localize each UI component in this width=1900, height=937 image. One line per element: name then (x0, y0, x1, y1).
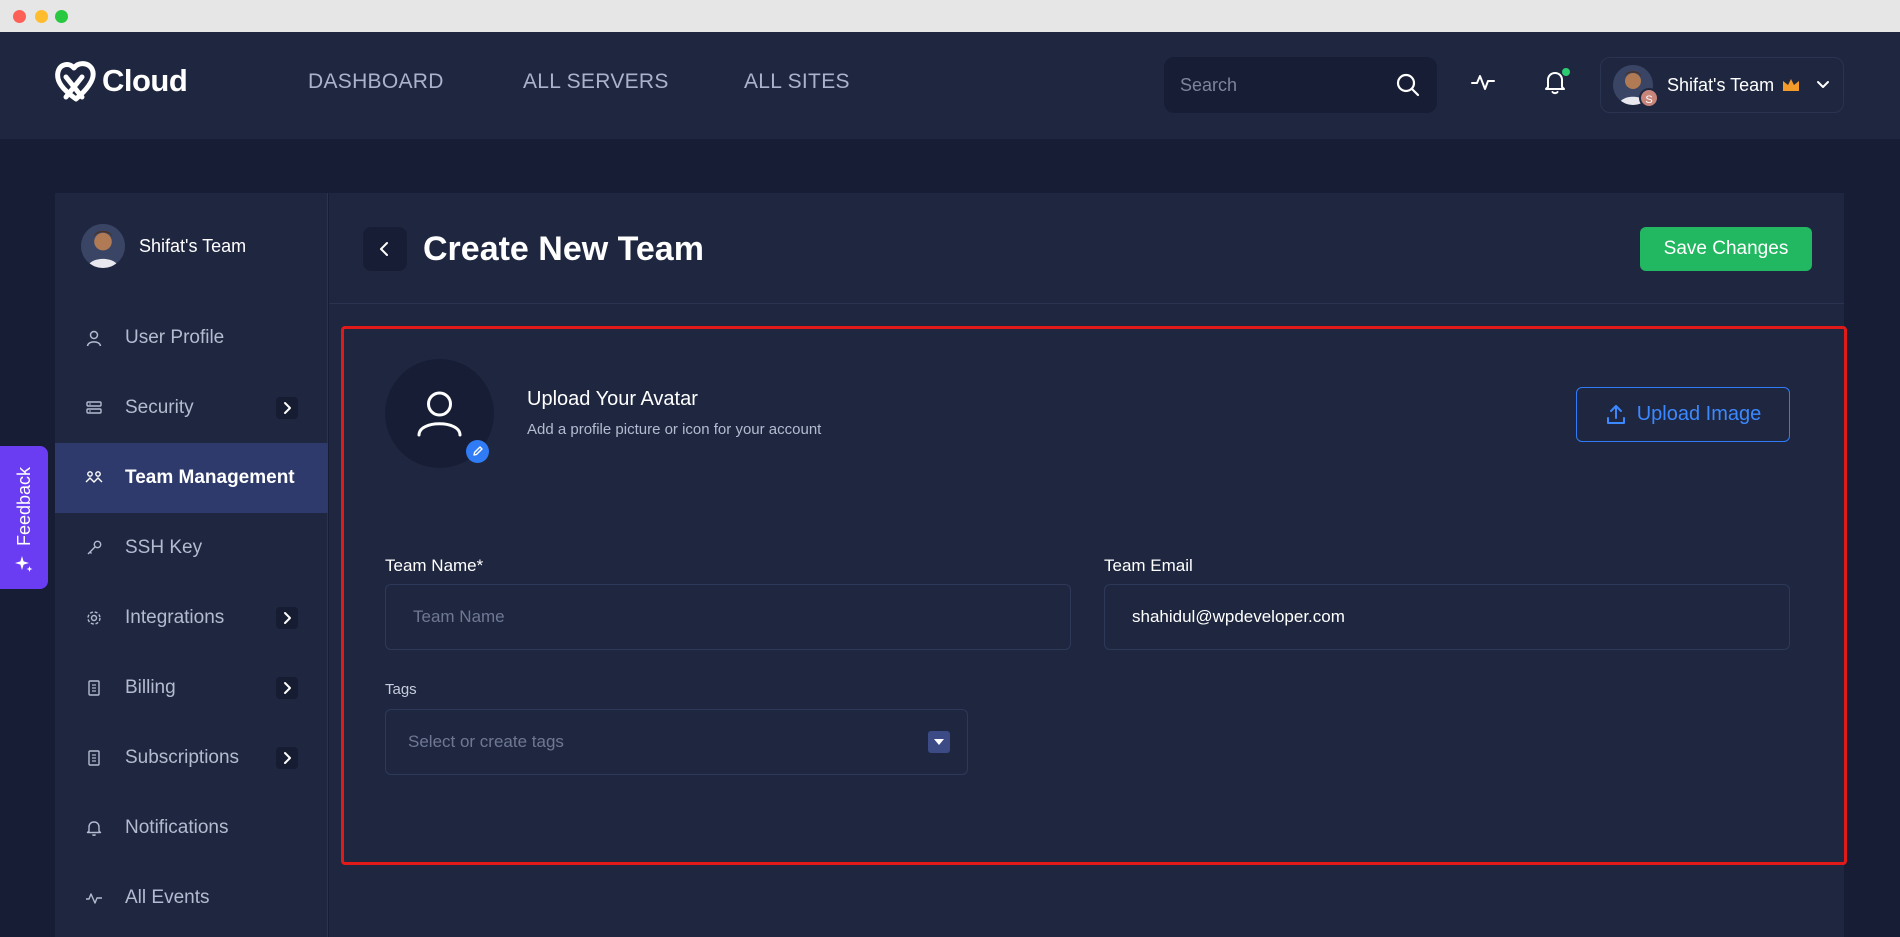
chevron-right-icon (284, 612, 291, 624)
activity-icon (86, 893, 102, 904)
sidebar-item-ssh-key[interactable]: SSH Key (55, 513, 328, 583)
key-icon (87, 540, 102, 555)
sidebar-item-label: Subscriptions (125, 747, 240, 768)
expand-arrow-button[interactable] (276, 607, 298, 629)
team-name-label: Team Name* (385, 556, 484, 575)
avatar-image-icon (81, 224, 125, 268)
search-icon[interactable] (1395, 72, 1421, 98)
expand-arrow-button[interactable] (276, 397, 298, 419)
team-name-input[interactable] (385, 584, 1071, 650)
app-window: Cloud DASHBOARD ALL SERVERS ALL SITES Se… (0, 32, 1900, 937)
upload-icon (1606, 404, 1625, 424)
sidebar-item-billing[interactable]: Billing (55, 653, 328, 723)
sidebar-item-integrations[interactable]: Integrations (55, 583, 328, 653)
back-button[interactable] (363, 227, 407, 271)
divider (329, 303, 1844, 304)
save-changes-button[interactable]: Save Changes (1640, 227, 1812, 271)
subscriptions-icon (88, 750, 100, 766)
maximize-window-button[interactable] (55, 10, 68, 23)
sidebar-item-user-profile[interactable]: User Profile (55, 303, 328, 373)
cloud-logo-icon (55, 61, 96, 102)
tags-placeholder: Select or create tags (408, 732, 564, 751)
close-window-button[interactable] (13, 10, 26, 23)
upload-image-label: Upload Image (1636, 403, 1762, 425)
team-email-input[interactable] (1104, 584, 1790, 650)
caret-down-icon (934, 739, 944, 745)
billing-icon (88, 680, 100, 696)
nav-all-servers[interactable]: ALL SERVERS (523, 70, 669, 94)
search-box (1164, 57, 1437, 113)
sidebar-item-label: Integrations (125, 607, 225, 628)
gear-icon (87, 611, 101, 625)
top-header: Cloud DASHBOARD ALL SERVERS ALL SITES Se… (0, 32, 1900, 139)
sidebar-team-name: Shifat's Team (139, 235, 247, 256)
chevron-down-icon (1817, 81, 1829, 88)
notification-dot (1562, 68, 1570, 76)
team-icon (85, 471, 103, 483)
sidebar-item-label: Security (125, 397, 194, 418)
sidebar-item-team-management[interactable]: Team Management (55, 443, 328, 513)
dropdown-toggle[interactable] (928, 731, 950, 753)
sidebar-item-label: User Profile (125, 327, 225, 348)
sidebar-item-label: Notifications (125, 817, 229, 838)
tags-label: Tags (385, 681, 417, 698)
sidebar-item-label: SSH Key (125, 537, 203, 558)
feedback-tab[interactable]: Feedback (0, 446, 48, 589)
avatar-badge: S (1639, 88, 1659, 108)
activity-icon[interactable] (1468, 67, 1498, 97)
edit-avatar-button[interactable] (466, 440, 489, 463)
current-team-name: Shifat's Team (1667, 75, 1775, 95)
logo[interactable]: Cloud (52, 56, 188, 106)
sparkle-icon (15, 556, 33, 572)
feedback-label: Feedback (14, 466, 34, 546)
crown-icon (1783, 79, 1799, 91)
minimize-window-button[interactable] (35, 10, 48, 23)
bell-icon (86, 821, 102, 836)
nav-all-sites[interactable]: ALL SITES (744, 70, 850, 94)
chevron-right-icon (284, 402, 291, 414)
security-icon (86, 401, 102, 414)
expand-arrow-button[interactable] (276, 677, 298, 699)
expand-arrow-button[interactable] (276, 747, 298, 769)
sidebar-team: Shifat's Team (81, 223, 246, 269)
sidebar-item-label: Team Management (125, 467, 295, 488)
chevron-right-icon (284, 752, 291, 764)
search-input[interactable] (1180, 73, 1380, 97)
window-titlebar (0, 0, 1900, 32)
nav-dashboard[interactable]: DASHBOARD (308, 70, 444, 94)
tags-select[interactable]: Select or create tags (385, 709, 968, 775)
upload-avatar-title: Upload Your Avatar (527, 388, 698, 410)
page-title: Create New Team (423, 230, 704, 268)
chevron-left-icon (380, 242, 388, 256)
team-switcher[interactable]: S Shifat's Team (1600, 57, 1844, 113)
settings-sidebar: Shifat's Team User Profile Security Team… (55, 193, 328, 937)
sidebar-item-label: Billing (125, 677, 176, 698)
sidebar-item-all-events[interactable]: All Events (55, 863, 328, 933)
sidebar-item-subscriptions[interactable]: Subscriptions (55, 723, 328, 793)
team-email-label: Team Email (1104, 556, 1193, 575)
logo-text: Cloud (102, 63, 188, 98)
sidebar-item-notifications[interactable]: Notifications (55, 793, 328, 863)
avatar (81, 224, 125, 268)
upload-image-button[interactable]: Upload Image (1576, 387, 1790, 442)
pencil-icon (473, 446, 483, 456)
chevron-right-icon (284, 682, 291, 694)
user-icon (86, 330, 102, 347)
sidebar-item-label: All Events (125, 887, 210, 908)
sidebar-item-security[interactable]: Security (55, 373, 328, 443)
upload-avatar-subtitle: Add a profile picture or icon for your a… (527, 421, 822, 438)
